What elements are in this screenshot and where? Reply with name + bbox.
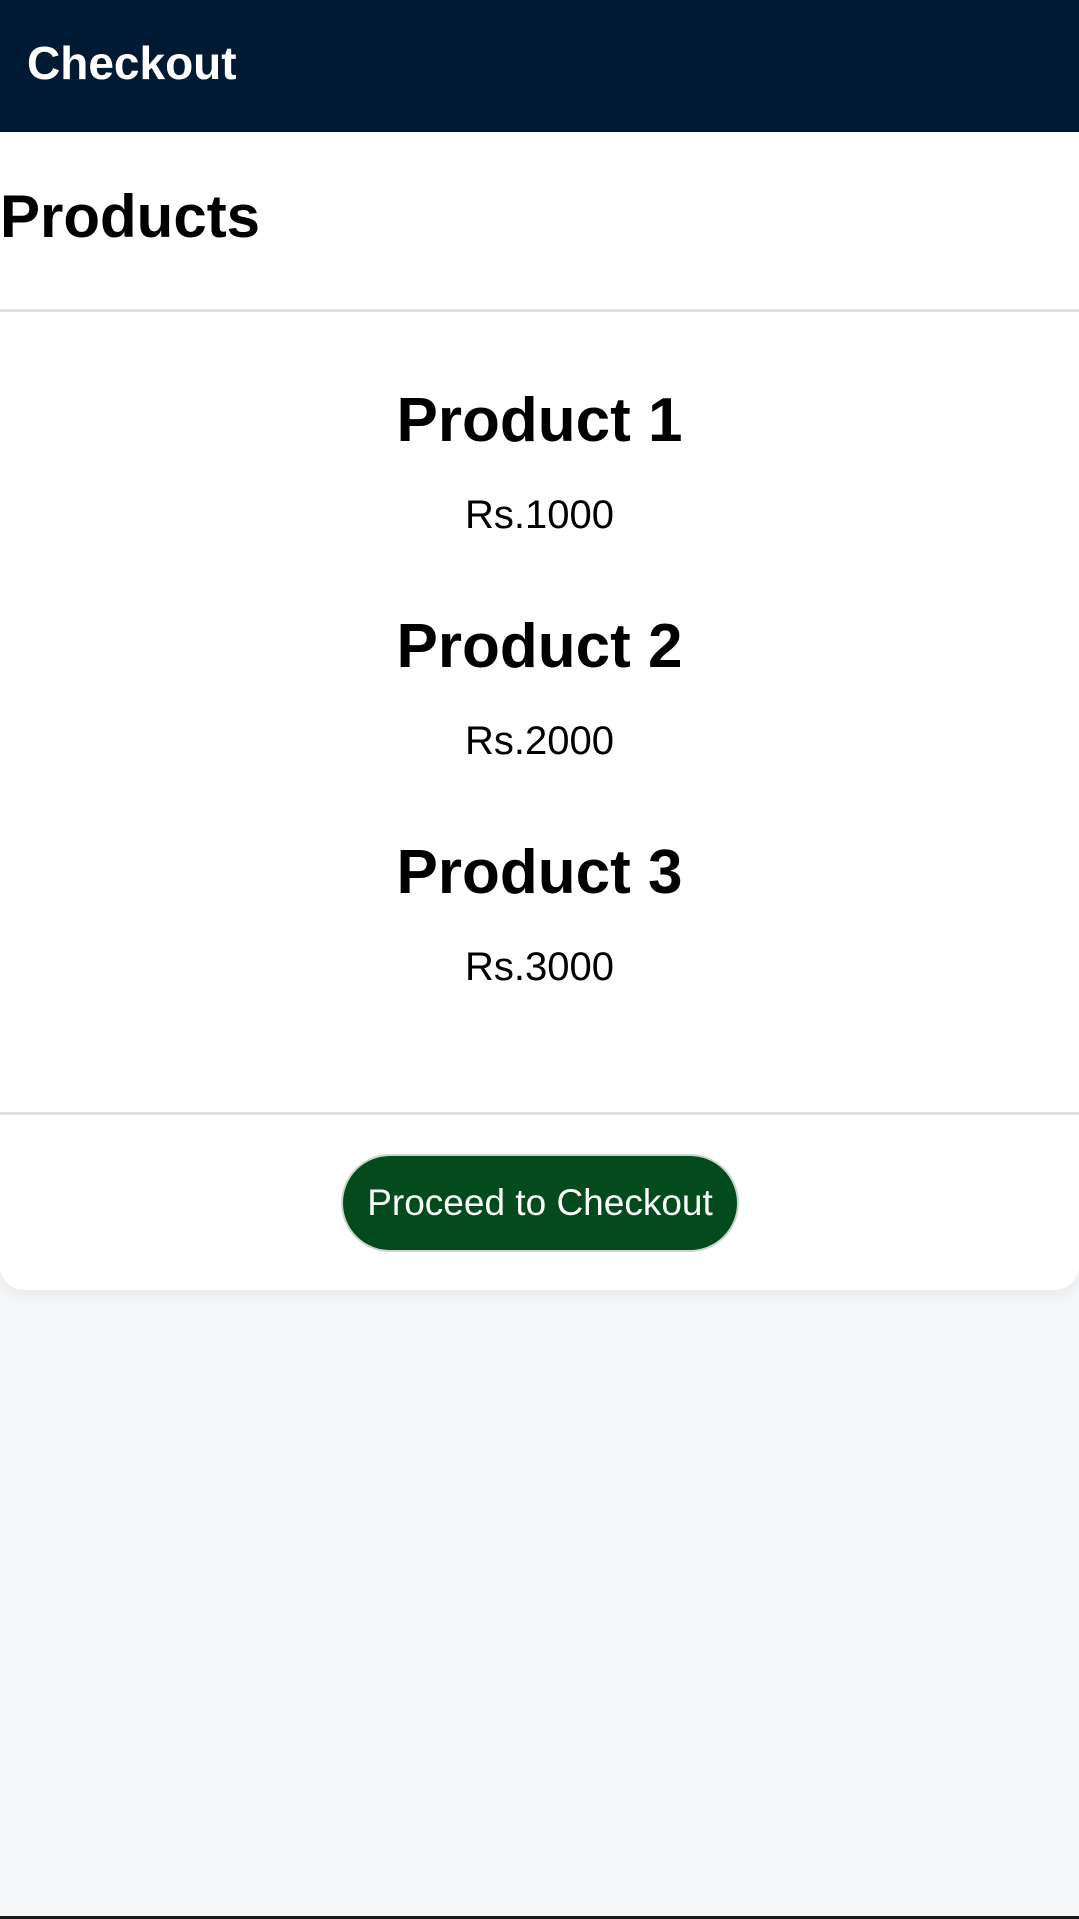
- product-name: Product 3: [396, 838, 683, 907]
- divider: [0, 309, 1079, 312]
- products-heading: Products: [0, 183, 261, 250]
- product-price: Rs.3000: [465, 945, 614, 989]
- divider: [0, 1112, 1079, 1115]
- product-name: Product 2: [396, 612, 683, 681]
- product-item: Product 3 Rs.3000: [0, 838, 1079, 1065]
- app-title: Checkout: [27, 37, 237, 89]
- app-header: Checkout: [0, 0, 1079, 132]
- product-list: Product 1 Rs.1000 Product 2 Rs.2000 Prod…: [0, 386, 1079, 1065]
- proceed-to-checkout-button[interactable]: Proceed to Checkout: [341, 1154, 739, 1252]
- product-name: Product 1: [396, 386, 683, 455]
- product-item: Product 1 Rs.1000: [0, 386, 1079, 613]
- checkout-card: Products Product 1 Rs.1000 Product 2 Rs.…: [0, 132, 1079, 1290]
- product-price: Rs.1000: [465, 493, 614, 537]
- product-item: Product 2 Rs.2000: [0, 612, 1079, 839]
- product-price: Rs.2000: [465, 719, 614, 763]
